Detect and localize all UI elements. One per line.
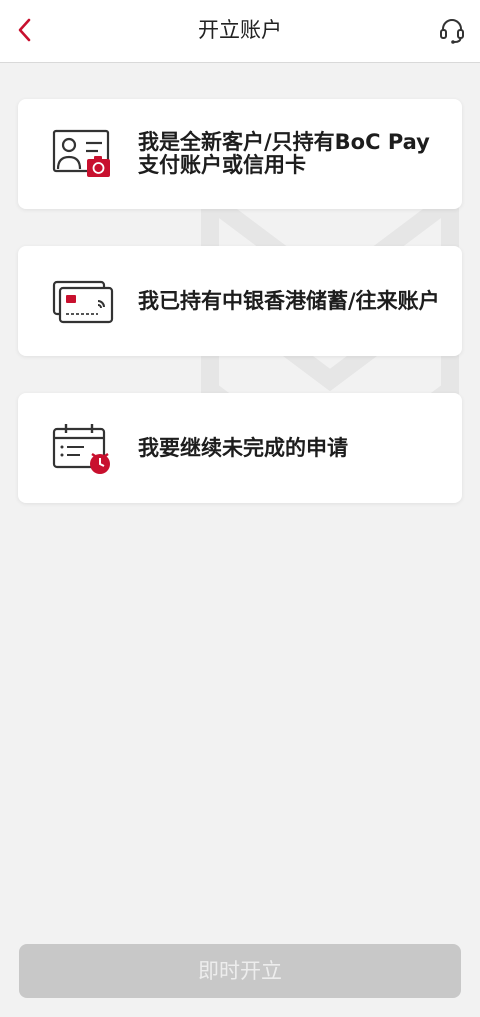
top-bar: 开立账户 <box>0 0 480 63</box>
id-card-camera-icon <box>52 129 110 177</box>
option-continue-application[interactable]: 我要继续未完成的申请 <box>18 393 462 503</box>
page-title: 开立账户 <box>198 18 282 42</box>
option-new-customer[interactable]: 我是全新客户/只持有BoC Pay支付账户或信用卡 <box>18 99 462 209</box>
open-now-button[interactable]: 即时开立 <box>19 944 461 998</box>
customer-support-button[interactable] <box>436 14 468 46</box>
headset-icon <box>440 19 464 44</box>
bank-card-icon <box>52 280 114 324</box>
option-label: 我是全新客户/只持有BoC Pay支付账户或信用卡 <box>138 130 430 177</box>
option-existing-account[interactable]: 我已持有中银香港储蓄/往来账户 <box>18 246 462 356</box>
option-label: 我要继续未完成的申请 <box>138 435 348 460</box>
calendar-clock-icon <box>52 424 110 474</box>
option-label: 我已持有中银香港储蓄/往来账户 <box>138 288 440 313</box>
